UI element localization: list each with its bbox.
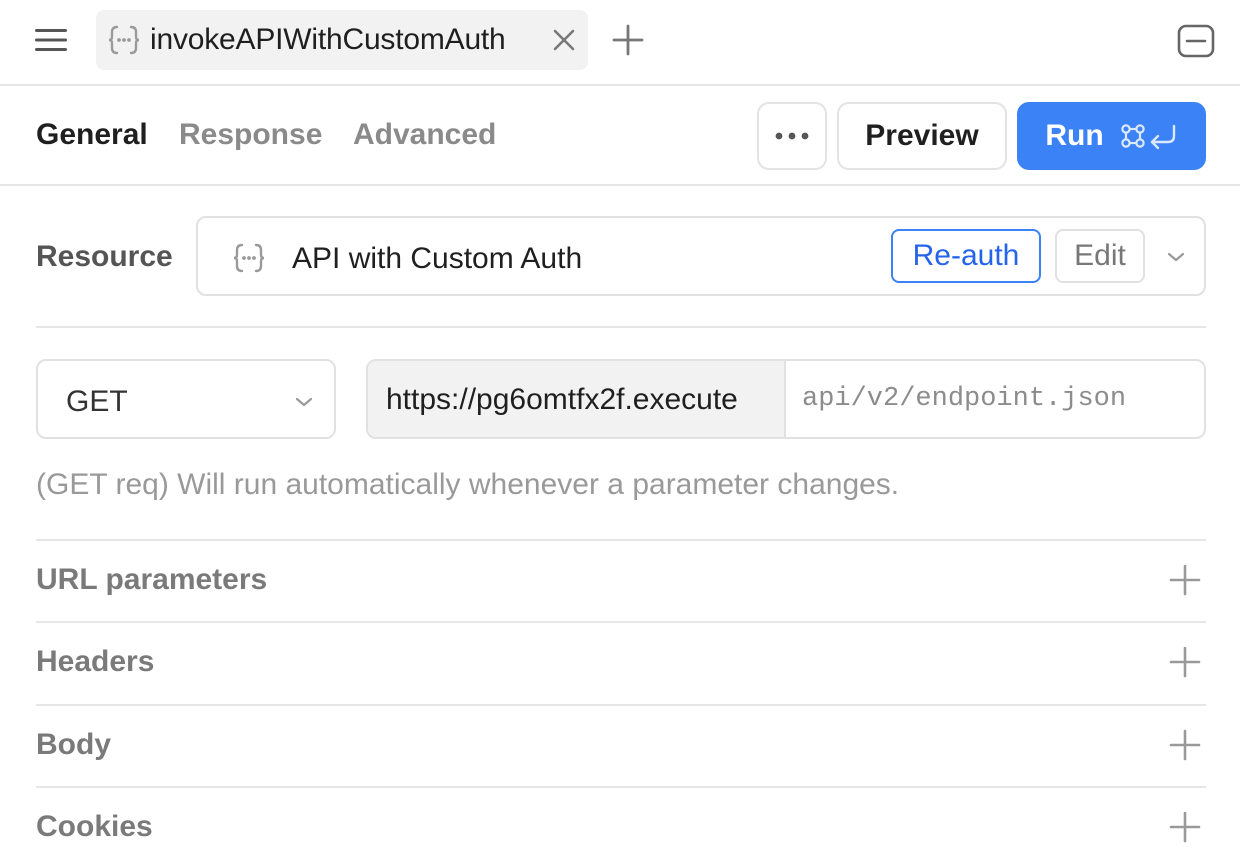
preview-button[interactable]: Preview xyxy=(837,102,1007,170)
section-url-parameters[interactable]: URL parameters xyxy=(36,539,1206,621)
http-method-value: GET xyxy=(66,385,128,418)
section-body[interactable]: Body xyxy=(36,704,1206,786)
run-button[interactable]: Run xyxy=(1017,102,1206,170)
menu-icon[interactable] xyxy=(34,26,68,54)
url-path-input[interactable] xyxy=(786,361,1204,437)
add-header-plus-icon[interactable] xyxy=(1168,645,1202,679)
tab-response[interactable]: Response xyxy=(179,118,322,152)
query-editor-nav: General Response Advanced Preview Run xyxy=(0,86,1240,186)
section-label: Headers xyxy=(36,645,155,678)
chevron-down-icon[interactable] xyxy=(1161,244,1191,270)
resource-name: API with Custom Auth xyxy=(292,242,583,275)
tab-general[interactable]: General xyxy=(36,118,148,152)
add-body-plus-icon[interactable] xyxy=(1168,728,1202,762)
new-tab-plus-icon[interactable] xyxy=(610,22,646,58)
tab-advanced[interactable]: Advanced xyxy=(353,118,496,152)
add-cookie-plus-icon[interactable] xyxy=(1168,810,1202,844)
tab-bar: invokeAPIWithCustomAuth xyxy=(0,0,1240,86)
resource-label: Resource xyxy=(36,240,173,273)
section-cookies[interactable]: Cookies xyxy=(36,786,1206,860)
section-headers[interactable]: Headers xyxy=(36,621,1206,703)
http-method-select[interactable]: GET xyxy=(36,359,336,439)
section-label: Body xyxy=(36,728,111,761)
run-button-label: Run xyxy=(1045,119,1104,152)
cmd-enter-shortcut-icon xyxy=(1120,122,1178,150)
section-label: Cookies xyxy=(36,810,153,843)
reauth-button[interactable]: Re-auth xyxy=(891,229,1041,283)
query-tab[interactable]: invokeAPIWithCustomAuth xyxy=(96,10,588,70)
section-label: URL parameters xyxy=(36,563,268,596)
resource-select[interactable]: API with Custom Auth Re-auth Edit xyxy=(196,216,1206,296)
api-resource-icon xyxy=(106,22,142,58)
auto-run-hint: (GET req) Will run automatically wheneve… xyxy=(36,468,900,501)
more-dots-icon xyxy=(775,132,809,140)
base-url: https://pg6omtfx2f.execute xyxy=(368,361,786,437)
more-options-button[interactable] xyxy=(757,102,827,170)
url-field: https://pg6omtfx2f.execute xyxy=(366,359,1206,439)
close-tab-icon[interactable] xyxy=(548,24,580,56)
tab-title: invokeAPIWithCustomAuth xyxy=(150,23,506,56)
chevron-down-icon xyxy=(290,389,318,415)
divider xyxy=(36,326,1206,328)
collapse-panel-icon[interactable] xyxy=(1176,22,1216,60)
add-url-parameter-plus-icon[interactable] xyxy=(1168,563,1202,597)
api-resource-icon xyxy=(230,239,268,277)
preview-button-label: Preview xyxy=(865,119,979,152)
base-url-text: https://pg6omtfx2f.execute xyxy=(386,383,738,416)
edit-resource-button[interactable]: Edit xyxy=(1055,229,1145,283)
